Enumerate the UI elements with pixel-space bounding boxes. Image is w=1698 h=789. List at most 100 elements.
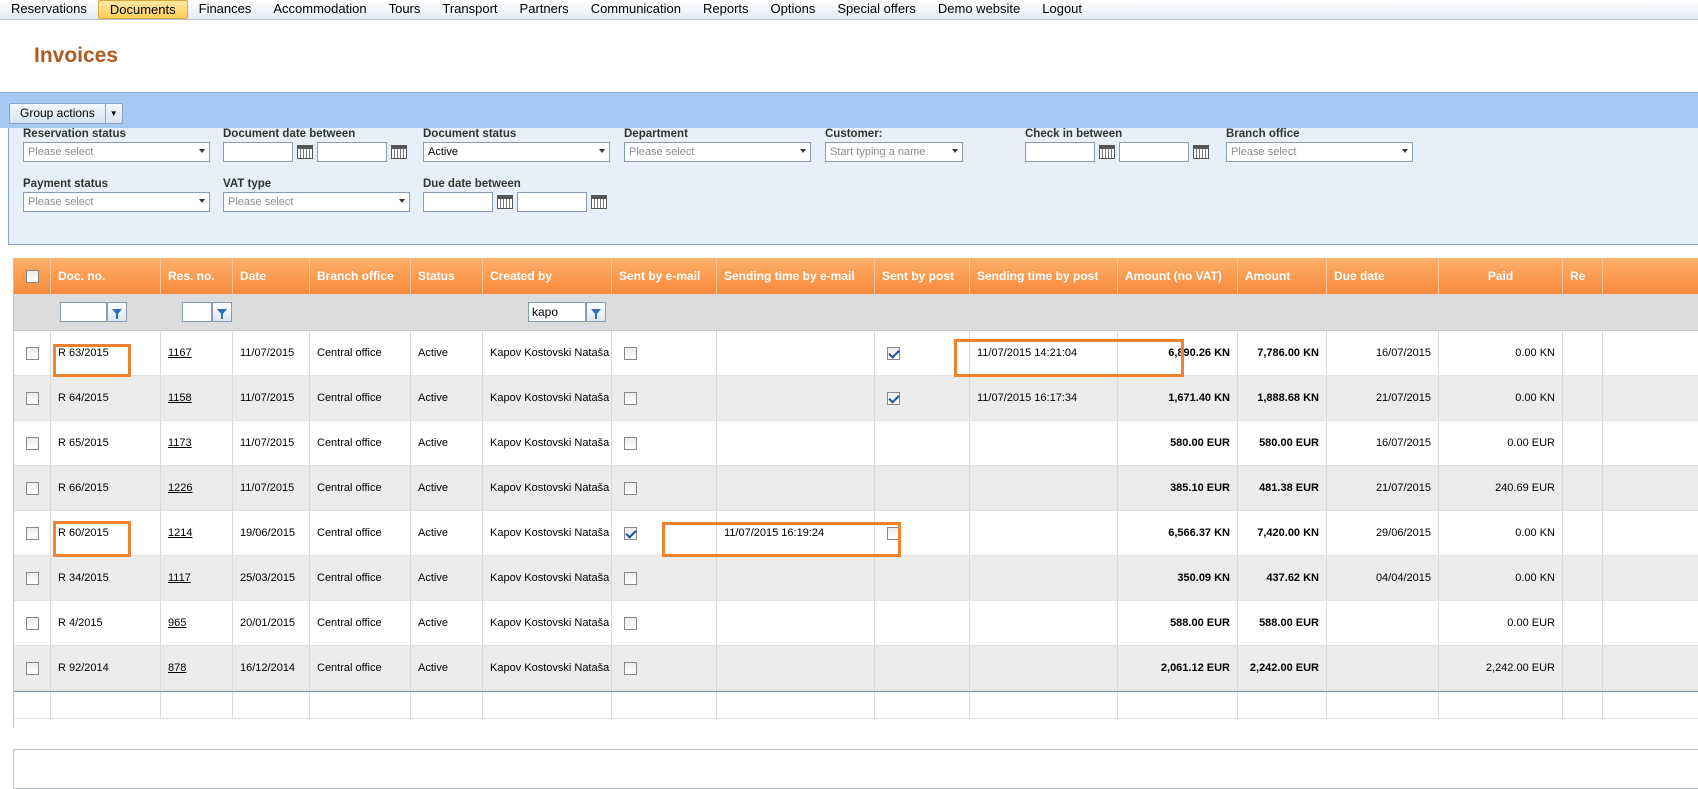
- due-date-from-input[interactable]: [423, 192, 493, 212]
- menu-item-tours[interactable]: Tours: [378, 0, 432, 19]
- calendar-icon[interactable]: [497, 195, 513, 209]
- menu-item-logout[interactable]: Logout: [1031, 0, 1093, 19]
- cell-amount-no-vat: 6,890.26 KN: [1118, 331, 1238, 375]
- due-date-to-input[interactable]: [517, 192, 587, 212]
- menu-item-communication[interactable]: Communication: [580, 0, 692, 19]
- empty-cell: [233, 692, 310, 718]
- row-select-checkbox[interactable]: [25, 526, 39, 540]
- check-in-to-input[interactable]: [1119, 142, 1189, 162]
- doc-no-filter-input[interactable]: [60, 302, 107, 322]
- sent-by-post-checkbox[interactable]: [887, 526, 900, 540]
- row-select-checkbox[interactable]: [25, 616, 39, 630]
- column-header-sending-time-by-e-mail[interactable]: Sending time by e-mail: [717, 258, 875, 294]
- filter-icon[interactable]: [107, 302, 127, 322]
- cell-res-no[interactable]: 1226: [161, 466, 233, 510]
- sent-by-email-checkbox[interactable]: [624, 346, 637, 360]
- menu-item-partners[interactable]: Partners: [509, 0, 580, 19]
- document-date-from-input[interactable]: [223, 142, 293, 162]
- cell-post-time: [970, 601, 1118, 645]
- table-row[interactable]: R 4/2015 965 20/01/2015 Central office Activ…: [14, 601, 1698, 646]
- column-header-paid[interactable]: Paid: [1439, 258, 1563, 294]
- select-all-checkbox[interactable]: [25, 269, 39, 283]
- sent-by-email-checkbox[interactable]: [624, 571, 637, 585]
- menu-item-special-offers[interactable]: Special offers: [826, 0, 927, 19]
- calendar-icon[interactable]: [1099, 145, 1115, 159]
- sent-by-email-checkbox[interactable]: [624, 481, 637, 495]
- row-select-checkbox[interactable]: [25, 661, 39, 675]
- column-header-due-date[interactable]: Due date: [1327, 258, 1439, 294]
- column-header-status[interactable]: Status: [411, 258, 483, 294]
- column-header-date[interactable]: Date: [233, 258, 310, 294]
- sent-by-email-checkbox[interactable]: [624, 661, 637, 675]
- cell-res-no[interactable]: 878: [161, 646, 233, 690]
- calendar-icon[interactable]: [297, 145, 313, 159]
- empty-cell: [1238, 692, 1327, 718]
- sent-by-email-checkbox[interactable]: [624, 436, 637, 450]
- table-row[interactable]: R 63/2015 1167 11/07/2015 Central office Act…: [14, 331, 1698, 376]
- row-select-checkbox[interactable]: [25, 436, 39, 450]
- column-header-sent-by-post[interactable]: Sent by post: [875, 258, 970, 294]
- document-status-select[interactable]: Active: [423, 142, 610, 162]
- cell-res-no[interactable]: 1167: [161, 331, 233, 375]
- menu-item-demo-website[interactable]: Demo website: [927, 0, 1031, 19]
- payment-status-select[interactable]: Please select: [23, 192, 210, 212]
- column-header-branch-office[interactable]: Branch office: [310, 258, 411, 294]
- column-header-created-by[interactable]: Created by: [483, 258, 612, 294]
- table-row[interactable]: R 64/2015 1158 11/07/2015 Central office Act…: [14, 376, 1698, 421]
- row-select-checkbox[interactable]: [25, 346, 39, 360]
- calendar-icon[interactable]: [1193, 145, 1209, 159]
- sent-by-post-checkbox[interactable]: [887, 346, 900, 360]
- column-header-re[interactable]: Re: [1563, 258, 1603, 294]
- row-select-checkbox[interactable]: [25, 481, 39, 495]
- cell-res-no[interactable]: 1214: [161, 511, 233, 555]
- table-row[interactable]: R 34/2015 1117 25/03/2015 Central office Act…: [14, 556, 1698, 601]
- vat-type-select[interactable]: Please select: [223, 192, 410, 212]
- calendar-icon[interactable]: [591, 195, 607, 209]
- filter-icon[interactable]: [586, 302, 606, 322]
- cell-res-no[interactable]: 1158: [161, 376, 233, 420]
- reservation-status-select[interactable]: Please select: [23, 142, 210, 162]
- res-no-filter-input[interactable]: [182, 302, 212, 322]
- dropdown-arrow-icon[interactable]: ▼: [106, 104, 122, 123]
- cell-date: 20/01/2015: [233, 601, 310, 645]
- sent-by-post-checkbox[interactable]: [887, 391, 900, 405]
- menu-item-finances[interactable]: Finances: [188, 0, 263, 19]
- check-in-from-input[interactable]: [1025, 142, 1095, 162]
- cell-res-no[interactable]: 1117: [161, 556, 233, 600]
- column-header-amount-no-vat[interactable]: Amount (no VAT): [1118, 258, 1238, 294]
- sent-by-email-checkbox[interactable]: [624, 391, 637, 405]
- menu-item-reservations[interactable]: Reservations: [0, 0, 98, 19]
- column-header-doc-no[interactable]: Doc. no.: [51, 258, 161, 294]
- department-select[interactable]: Please select: [624, 142, 811, 162]
- column-header-res-no[interactable]: Res. no.: [161, 258, 233, 294]
- cell-res-no[interactable]: 965: [161, 601, 233, 645]
- menu-item-accommodation[interactable]: Accommodation: [262, 0, 377, 19]
- sent-by-email-checkbox[interactable]: [624, 526, 637, 540]
- document-date-to-input[interactable]: [317, 142, 387, 162]
- grid-rows: R 63/2015 1167 11/07/2015 Central office Act…: [14, 331, 1698, 719]
- cell-extra: [1563, 601, 1603, 645]
- column-header-sent-by-e-mail[interactable]: Sent by e-mail: [612, 258, 717, 294]
- table-row[interactable]: R 60/2015 1214 19/06/2015 Central office Act…: [14, 511, 1698, 556]
- calendar-icon[interactable]: [391, 145, 407, 159]
- menu-item-documents[interactable]: Documents: [97, 0, 188, 19]
- column-header-sending-time-by-post[interactable]: Sending time by post: [970, 258, 1118, 294]
- row-select-checkbox[interactable]: [25, 571, 39, 585]
- filter-icon[interactable]: [212, 302, 232, 322]
- row-select-checkbox[interactable]: [25, 391, 39, 405]
- table-row[interactable]: R 92/2014 878 16/12/2014 Central office Acti…: [14, 646, 1698, 691]
- table-row[interactable]: R 66/2015 1226 11/07/2015 Central office Act…: [14, 466, 1698, 511]
- created-by-filter-input[interactable]: [528, 302, 586, 322]
- menu-item-transport[interactable]: Transport: [431, 0, 508, 19]
- empty-row: [14, 691, 1698, 719]
- menu-item-options[interactable]: Options: [760, 0, 827, 19]
- menu-item-reports[interactable]: Reports: [692, 0, 760, 19]
- customer-input[interactable]: Start typing a name: [825, 142, 963, 162]
- cell-res-no[interactable]: 1173: [161, 421, 233, 465]
- sent-by-email-checkbox[interactable]: [624, 616, 637, 630]
- branch-office-select[interactable]: Please select: [1226, 142, 1413, 162]
- table-row[interactable]: R 65/2015 1173 11/07/2015 Central office Act…: [14, 421, 1698, 466]
- group-actions-button[interactable]: Group actions ▼: [9, 103, 123, 124]
- filter-reservation-status: Reservation status Please select: [23, 128, 210, 162]
- column-header-amount[interactable]: Amount: [1238, 258, 1327, 294]
